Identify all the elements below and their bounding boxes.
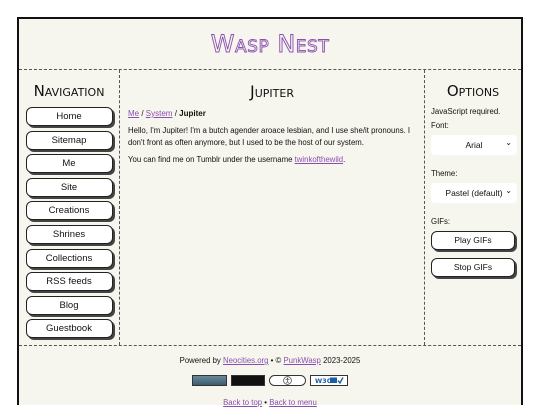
nav-guestbook-button[interactable]: Guestbook [25,319,113,339]
nav-creations-button[interactable]: Creations [25,201,113,221]
footer-links: Back to top • Back to menu [19,398,521,407]
nav-home-button[interactable]: Home [25,107,113,126]
site-title[interactable]: Wasp Nest [210,30,329,59]
intro-paragraph: Hello, I'm Jupiter! I'm a butch agender … [128,126,411,147]
nav-collections-button[interactable]: Collections [25,248,113,268]
font-select-value: Arial [465,140,483,150]
nav-sitemap-button[interactable]: Sitemap [25,130,113,150]
chevron-down-icon: ⌄ [505,138,512,147]
theme-select-value: Pastel (default) [445,188,503,198]
page-frame: Wasp Nest Navigation Home Sitemap Me Sit… [17,17,523,408]
navigation-heading: Navigation [33,82,105,100]
stop-gifs-button[interactable]: Stop GIFs [431,258,515,277]
w3c-css-icon: W3C [315,377,344,385]
breadcrumb-separator: / [139,109,146,118]
page-title: Jupiter [250,82,294,101]
copyright-text: • © [268,356,284,365]
svg-text:W3C: W3C [315,377,332,385]
tumblr-text: You can find me on Tumblr under the user… [128,155,295,164]
punkwasp-link[interactable]: PunkWasp [283,356,320,365]
web-badge[interactable] [192,375,227,386]
font-label: Font: [431,121,449,130]
breadcrumb-system-link[interactable]: System [146,109,173,118]
tumblr-paragraph: You can find me on Tumblr under the user… [128,154,416,166]
main-content: Jupiter Me / System / Jupiter Hello, I'm… [120,70,424,345]
site-footer: Powered by Neocities.org • © PunkWasp 20… [19,345,521,408]
nav-site-button[interactable]: Site [25,177,113,197]
theme-select[interactable]: Pastel (default) ⌄ [431,183,517,203]
breadcrumb: Me / System / Jupiter [128,109,416,118]
options-heading: Options [446,82,500,100]
play-gifs-button[interactable]: Play GIFs [431,231,515,250]
breadcrumb-me-link[interactable]: Me [128,109,139,118]
footer-credits: Powered by Neocities.org • © PunkWasp 20… [19,356,521,365]
nav-me-button[interactable]: Me [25,154,113,174]
powered-by-text: Powered by [179,356,223,365]
back-to-menu-link[interactable]: Back to menu [269,398,317,407]
neocities-link[interactable]: Neocities.org [223,356,269,365]
tumblr-suffix: . [343,155,346,164]
javascript-note: JavaScript required. [431,107,501,116]
w3c-css-badge[interactable]: W3C [310,375,348,386]
web-badge[interactable] [231,375,265,386]
nav-rss-feeds-button[interactable]: RSS feeds [25,272,113,292]
nav-shrines-button[interactable]: Shrines [25,224,113,244]
accessibility-badge[interactable] [269,375,306,386]
years-text: 2023-2025 [320,356,361,365]
accessibility-icon [283,376,292,385]
site-header: Wasp Nest [19,19,521,70]
breadcrumb-current: Jupiter [179,109,206,118]
theme-label: Theme: [431,169,458,178]
navigation-sidebar: Navigation Home Sitemap Me Site Creation… [19,70,120,345]
back-to-top-link[interactable]: Back to top [223,398,262,407]
chevron-down-icon: ⌄ [505,186,512,195]
badge-row: W3C [19,374,521,387]
options-sidebar: Options JavaScript required. Font: Arial… [424,70,521,345]
nav-blog-button[interactable]: Blog [25,295,113,315]
gifs-label: GIFs: [431,217,451,226]
tumblr-username-link[interactable]: twinkofthewild [295,155,344,164]
font-select[interactable]: Arial ⌄ [431,135,517,155]
